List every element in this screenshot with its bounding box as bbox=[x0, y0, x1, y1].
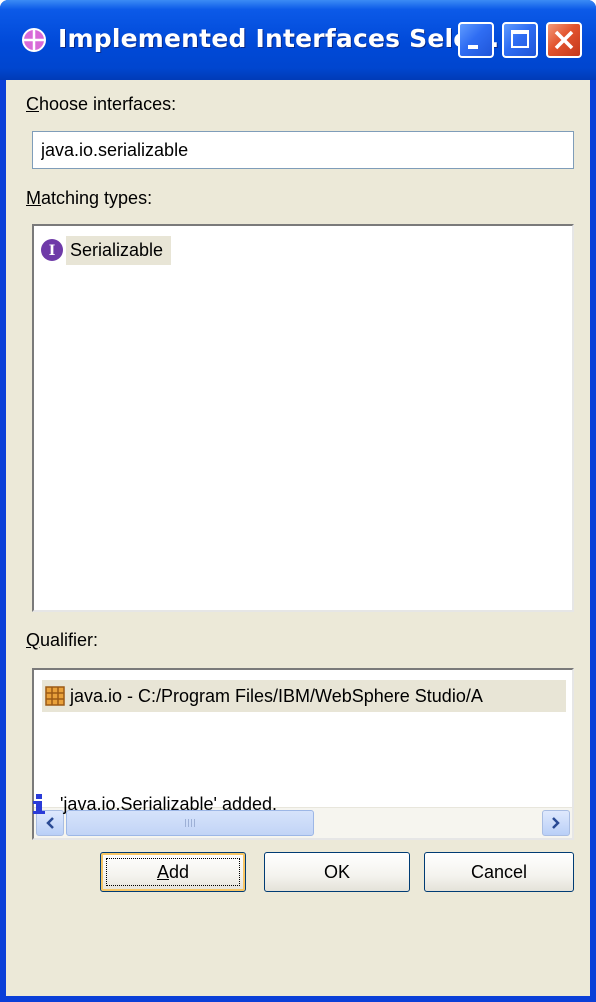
list-item-label: java.io - C:/Program Files/IBM/WebSphere… bbox=[70, 685, 483, 706]
status-text: 'java.io.Serializable' added. bbox=[60, 793, 278, 814]
info-icon bbox=[33, 794, 45, 814]
cancel-button[interactable]: Cancel bbox=[424, 852, 574, 892]
chevron-left-icon bbox=[46, 817, 54, 829]
chevron-right-icon bbox=[552, 817, 560, 829]
package-icon bbox=[45, 686, 65, 706]
list-item-label: Serializable bbox=[66, 235, 172, 265]
close-button[interactable] bbox=[546, 22, 582, 58]
ok-button[interactable]: OK bbox=[264, 852, 410, 892]
title-bar[interactable]: Implemented Interfaces Sele... bbox=[0, 0, 596, 80]
svg-text:I: I bbox=[49, 243, 56, 259]
interface-icon: I bbox=[41, 239, 63, 261]
focus-ring bbox=[106, 858, 240, 886]
interface-search-field[interactable] bbox=[32, 131, 574, 169]
grip-icon bbox=[185, 819, 195, 827]
interface-search-input[interactable] bbox=[33, 132, 573, 168]
status-message: 'java.io.Serializable' added. bbox=[28, 792, 277, 816]
minimize-button[interactable] bbox=[458, 22, 494, 58]
matching-types-list[interactable]: I Serializable bbox=[32, 224, 574, 612]
maximize-button[interactable] bbox=[502, 22, 538, 58]
scroll-right-button[interactable] bbox=[542, 810, 570, 836]
minimize-icon bbox=[468, 45, 478, 49]
close-icon bbox=[554, 30, 574, 50]
matching-types-label: Matching types: bbox=[26, 188, 153, 208]
list-item[interactable]: java.io - C:/Program Files/IBM/WebSphere… bbox=[42, 680, 566, 712]
maximize-icon bbox=[511, 30, 529, 48]
cancel-button-label: Cancel bbox=[470, 861, 528, 882]
qualifier-label: Qualifier: bbox=[26, 630, 99, 650]
choose-interfaces-label: Choose interfaces: bbox=[26, 94, 177, 114]
list-item[interactable]: I Serializable bbox=[40, 234, 172, 266]
crosshair-circle-icon bbox=[22, 28, 46, 52]
ok-button-label: OK bbox=[323, 861, 350, 882]
window-title: Implemented Interfaces Sele... bbox=[58, 24, 500, 53]
add-button[interactable]: Add bbox=[100, 852, 246, 892]
dialog-window: Implemented Interfaces Sele... Choose in… bbox=[0, 0, 596, 1002]
